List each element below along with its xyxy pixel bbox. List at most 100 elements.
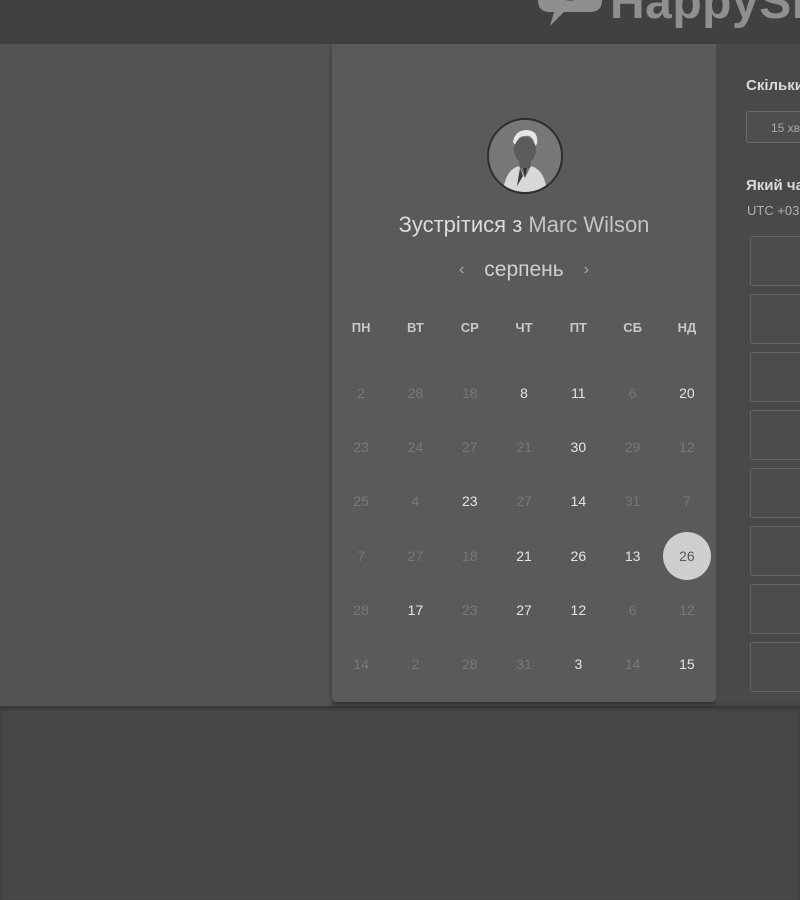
calendar-day: 7 xyxy=(660,474,714,528)
calendar-day-number: 27 xyxy=(516,493,532,510)
top-bar: HappySlo xyxy=(0,0,800,44)
calendar-day[interactable]: 11 xyxy=(551,366,605,420)
calendar-day-number: 25 xyxy=(353,493,369,510)
next-month-chevron-icon[interactable]: › xyxy=(580,261,593,279)
calendar-day[interactable]: 13 xyxy=(605,529,659,583)
calendar-day: 29 xyxy=(605,420,659,474)
calendar-day[interactable]: 26 xyxy=(551,529,605,583)
calendar-day: 2 xyxy=(334,366,388,420)
meeting-title-prefix: Зустрітися з xyxy=(398,212,523,237)
calendar-day-number: 3 xyxy=(574,656,583,673)
calendar-day[interactable]: 3 xyxy=(551,637,605,691)
calendar-day-number: 23 xyxy=(353,439,369,456)
person-avatar-icon xyxy=(489,120,561,192)
month-label: серпень xyxy=(484,258,564,281)
calendar-day: 12 xyxy=(660,420,714,474)
calendar-day-number: 20 xyxy=(679,385,695,402)
calendar-day-number: 31 xyxy=(516,656,532,673)
calendar-day-selected[interactable]: 26 xyxy=(660,529,714,583)
calendar-day-number: 8 xyxy=(520,385,528,402)
month-navigation: ‹ серпень › xyxy=(332,258,716,282)
calendar-day-number: 12 xyxy=(570,601,587,618)
logo-text: HappySlo xyxy=(610,0,800,29)
duration-label: Скільки xyxy=(746,77,800,94)
calendar-day: 2 xyxy=(388,637,442,691)
time-slot-list xyxy=(750,236,800,700)
calendar-day-number: 27 xyxy=(516,601,532,618)
calendar-day[interactable]: 21 xyxy=(497,529,551,583)
duration-select[interactable]: 15 хв xyxy=(746,111,800,143)
prev-month-chevron-icon[interactable]: ‹ xyxy=(455,261,468,279)
calendar-day[interactable]: 17 xyxy=(388,583,442,637)
time-slot[interactable] xyxy=(750,468,800,518)
calendar-day: 31 xyxy=(497,637,551,691)
calendar-day: 7 xyxy=(334,529,388,583)
time-slot[interactable] xyxy=(750,642,800,692)
calendar-day: 23 xyxy=(443,583,497,637)
calendar-day-number: 14 xyxy=(353,656,369,673)
logo-speech-bubble-icon xyxy=(538,0,602,26)
calendar-day: 18 xyxy=(443,529,497,583)
calendar-day[interactable]: 15 xyxy=(660,637,714,691)
calendar-day: 4 xyxy=(388,474,442,528)
calendar-day: 28 xyxy=(388,366,442,420)
calendar-day-number: 14 xyxy=(624,656,641,673)
calendar-day-number: 30 xyxy=(570,439,587,456)
calendar-day-number: 26 xyxy=(570,547,587,564)
time-slot[interactable] xyxy=(750,352,800,402)
calendar-day-number: 11 xyxy=(571,385,586,402)
weekday-header: СБ xyxy=(623,320,642,335)
calendar-day-number: 7 xyxy=(683,493,691,510)
time-slot[interactable] xyxy=(750,526,800,576)
calendar-day[interactable]: 30 xyxy=(551,420,605,474)
weekday-header: СР xyxy=(460,320,479,335)
calendar-day-number: 12 xyxy=(679,601,695,618)
calendar-day-number: 23 xyxy=(461,493,478,510)
calendar-panel: Зустрітися з Marc Wilson ‹ серпень › ПН В… xyxy=(332,44,716,702)
calendar-day-number: 24 xyxy=(407,439,424,456)
calendar-day: 6 xyxy=(605,366,659,420)
weekday-header: ПТ xyxy=(569,320,587,335)
calendar-day-number: 21 xyxy=(516,439,532,456)
logo[interactable]: HappySlo xyxy=(534,0,800,28)
calendar-day-number: 6 xyxy=(628,385,637,402)
host-name: Marc Wilson xyxy=(528,212,650,237)
calendar-day: 31 xyxy=(605,474,659,528)
calendar-day-number: 28 xyxy=(407,385,424,402)
calendar-day: 14 xyxy=(605,637,659,691)
calendar-day: 18 xyxy=(443,366,497,420)
calendar-day[interactable]: 20 xyxy=(660,366,714,420)
calendar-day[interactable]: 12 xyxy=(551,583,605,637)
calendar-day-number: 27 xyxy=(407,547,424,564)
time-slot[interactable] xyxy=(750,294,800,344)
calendar-day-number: 2 xyxy=(357,385,366,402)
calendar-day: 27 xyxy=(497,474,551,528)
calendar-day: 25 xyxy=(334,474,388,528)
calendar-day-number: 18 xyxy=(461,547,478,564)
calendar-day[interactable]: 8 xyxy=(497,366,551,420)
calendar-day-number: 13 xyxy=(624,547,641,564)
calendar-day-number: 18 xyxy=(461,385,478,402)
time-slot[interactable] xyxy=(750,236,800,286)
bottom-background-area xyxy=(0,706,800,900)
calendar-day-number: 21 xyxy=(516,547,532,564)
avatar xyxy=(487,118,563,194)
meeting-title: Зустрітися з Marc Wilson xyxy=(332,212,716,238)
time-slot[interactable] xyxy=(750,410,800,460)
calendar-day-number: 31 xyxy=(624,493,641,510)
timezone-label[interactable]: UTC +03 xyxy=(747,203,799,218)
booking-options-panel: Скільки 15 хв Який ча UTC +03 xyxy=(716,44,800,702)
calendar-day-number: 28 xyxy=(461,656,478,673)
calendar-day: 27 xyxy=(388,529,442,583)
calendar-day[interactable]: 23 xyxy=(443,474,497,528)
calendar-day[interactable]: 27 xyxy=(497,583,551,637)
calendar-day: 23 xyxy=(334,420,388,474)
calendar-day-number: 15 xyxy=(679,656,695,673)
weekday-header: НД xyxy=(677,320,697,335)
calendar-day[interactable]: 14 xyxy=(551,474,605,528)
calendar-day-number: 27 xyxy=(461,439,478,456)
calendar-day-number: 4 xyxy=(411,493,420,510)
time-slot[interactable] xyxy=(750,584,800,634)
calendar-day: 21 xyxy=(497,420,551,474)
